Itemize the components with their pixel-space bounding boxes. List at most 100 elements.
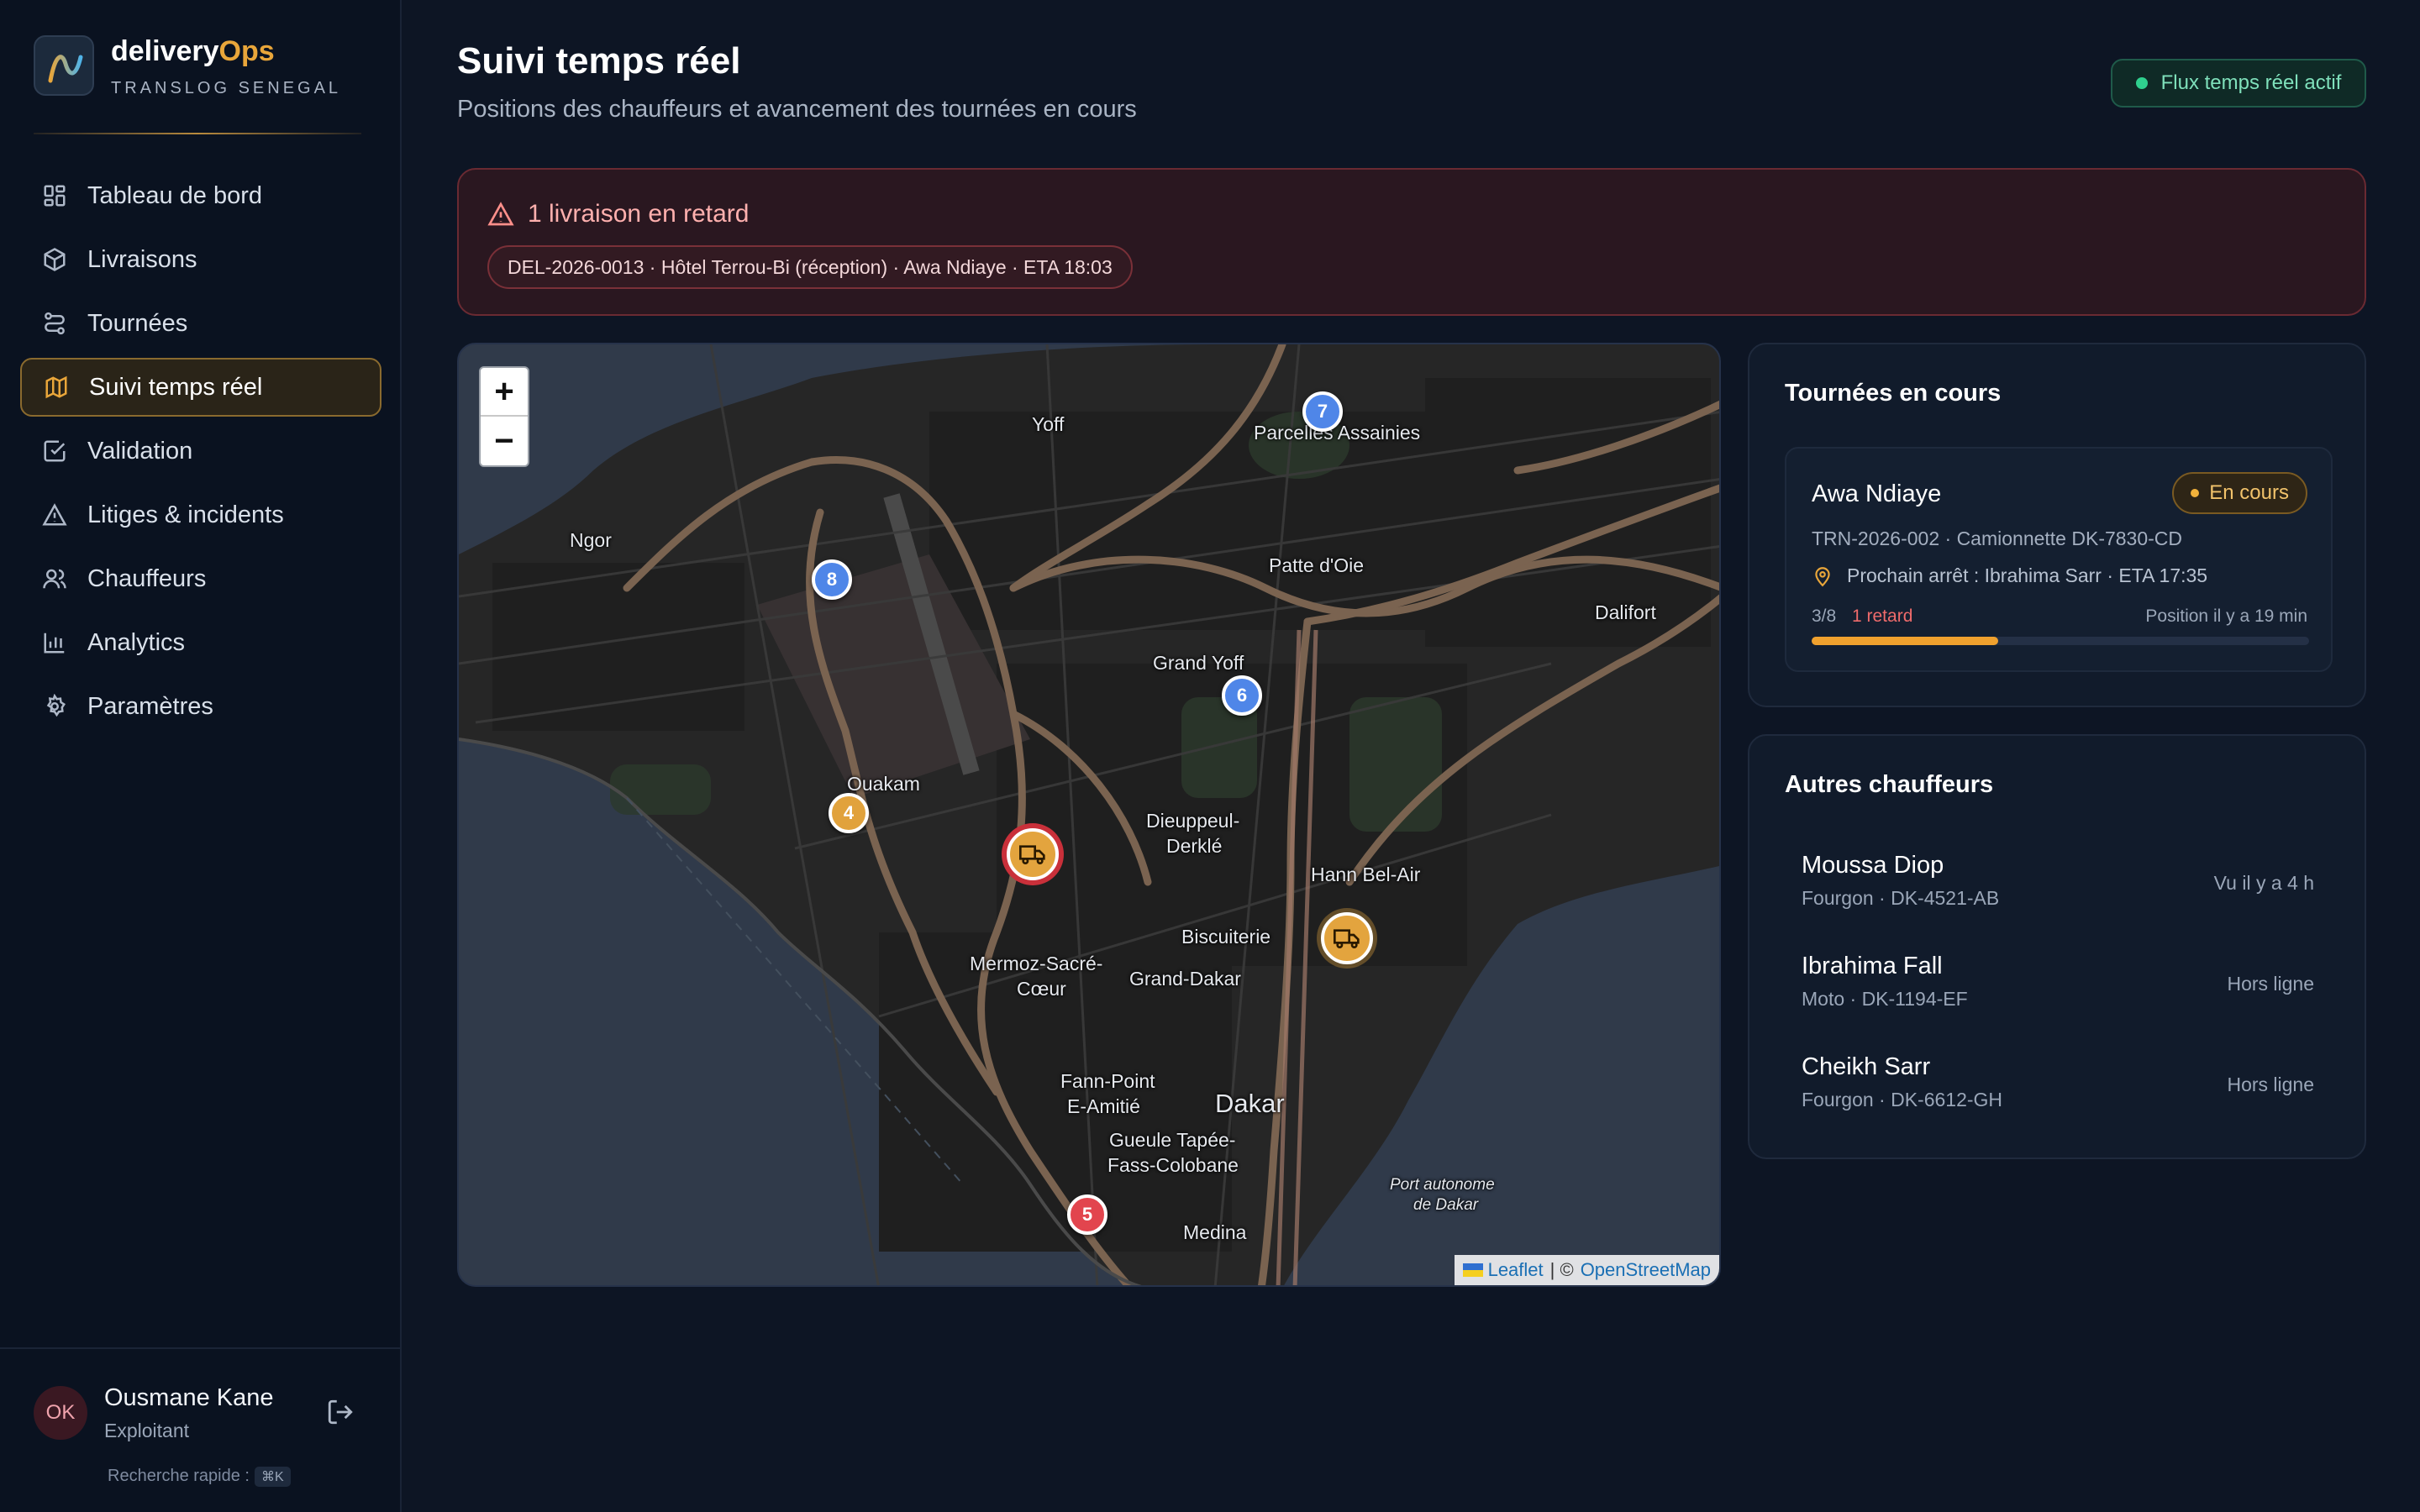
- map-label-patte-doie: Patte d'Oie: [1269, 554, 1365, 576]
- divider: [34, 133, 361, 134]
- driver-truck-marker-late[interactable]: [1007, 828, 1059, 880]
- driver-status: Hors ligne: [2227, 973, 2314, 995]
- next-stop: Prochain arrêt : Ibrahima Sarr · ETA 17:…: [1812, 564, 2207, 587]
- map-label-mermoz: Mermoz-Sacré-: [970, 953, 1103, 974]
- shortcut-key: ⌘K: [254, 1467, 291, 1487]
- brand-name: deliveryOps: [111, 35, 275, 67]
- status-badge: En cours: [2172, 472, 2307, 514]
- driver-status: Hors ligne: [2227, 1074, 2314, 1095]
- map-label-coeur: Cœur: [1017, 978, 1066, 1000]
- position-age: Position il y a 19 min: [2145, 606, 2307, 626]
- nav-item-litiges[interactable]: Litiges & incidents: [20, 486, 381, 544]
- nav-label: Chauffeurs: [87, 564, 207, 592]
- map-label-ngor: Ngor: [570, 529, 612, 551]
- main-nav: Tableau de bord Livraisons Tournées Suiv…: [20, 166, 381, 741]
- nav-item-tournees[interactable]: Tournées: [20, 294, 381, 353]
- warning-icon: [487, 202, 514, 226]
- nav-item-analytics[interactable]: Analytics: [20, 613, 381, 672]
- driver-row[interactable]: Cheikh Sarr Fourgon · DK-6612-GH Hors li…: [1802, 1053, 2314, 1137]
- truck-icon: [1019, 845, 1045, 864]
- tour-progress-fill: [1812, 637, 1998, 645]
- nav-item-validation[interactable]: Validation: [20, 422, 381, 480]
- late-delivery-chip[interactable]: DEL-2026-0013 · Hôtel Terrou-Bi (récepti…: [487, 245, 1133, 289]
- map-label-port-dakar: de Dakar: [1413, 1196, 1479, 1214]
- zoom-in-button[interactable]: +: [481, 368, 528, 417]
- map-label-dakar: Dakar: [1215, 1089, 1285, 1118]
- driver-name: Moussa Diop: [1802, 852, 1944, 879]
- check-square-icon: [40, 437, 69, 465]
- nav-label: Livraisons: [87, 245, 197, 273]
- nav-label: Validation: [87, 437, 193, 465]
- driver-name: Cheikh Sarr: [1802, 1053, 1931, 1080]
- nav-item-chauffeurs[interactable]: Chauffeurs: [20, 549, 381, 608]
- tour-details: TRN-2026-002 · Camionnette DK-7830-CD: [1812, 528, 2183, 549]
- logout-button[interactable]: [326, 1398, 355, 1431]
- driver-truck-marker[interactable]: [1321, 912, 1373, 964]
- logo-arc-icon: [48, 55, 83, 83]
- map-label-grand-yoff: Grand Yoff: [1153, 652, 1244, 674]
- driver-vehicle: Fourgon · DK-6612-GH: [1802, 1089, 2003, 1110]
- driver-vehicle: Fourgon · DK-4521-AB: [1802, 887, 2000, 909]
- map-label-fann: Fann-Point: [1060, 1070, 1155, 1092]
- stop-marker-6[interactable]: 6: [1222, 675, 1262, 716]
- tour-card[interactable]: Awa Ndiaye En cours TRN-2026-002 · Camio…: [1785, 447, 2333, 672]
- tour-progress-bar: [1812, 637, 2309, 645]
- tour-driver-name: Awa Ndiaye: [1812, 480, 1942, 507]
- app-logo[interactable]: [34, 35, 94, 96]
- driver-row[interactable]: Moussa Diop Fourgon · DK-4521-AB Vu il y…: [1802, 852, 2314, 936]
- stop-marker-8[interactable]: 8: [812, 559, 852, 600]
- map-label-port: Port autonome: [1390, 1176, 1495, 1194]
- map-label-grand-dakar: Grand-Dakar: [1129, 968, 1241, 990]
- late-count: 1 retard: [1852, 606, 1913, 626]
- map-label-dieuppeul: Dieuppeul-: [1146, 810, 1240, 832]
- map-label-ouakam: Ouakam: [847, 773, 920, 795]
- zoom-out-button[interactable]: −: [481, 417, 528, 465]
- live-dot-icon: [2135, 77, 2148, 89]
- driver-vehicle: Moto · DK-1194-EF: [1802, 988, 1968, 1010]
- alert-title: 1 livraison en retard: [487, 200, 749, 228]
- map-label-derkle: Derklé: [1166, 835, 1223, 857]
- ukraine-flag-icon: [1462, 1263, 1483, 1277]
- nav-item-suivi-temps-reel[interactable]: Suivi temps réel: [20, 358, 381, 417]
- nav-label: Tableau de bord: [87, 181, 262, 209]
- package-icon: [40, 245, 69, 274]
- zoom-control: + −: [479, 366, 529, 467]
- logout-icon: [328, 1399, 353, 1425]
- late-delivery-alert: 1 livraison en retard DEL-2026-0013 · Hô…: [457, 168, 2366, 316]
- map-label-gueule-tapee: Gueule Tapée-: [1109, 1129, 1236, 1151]
- bar-chart-icon: [40, 628, 69, 657]
- nav-label: Tournées: [87, 309, 188, 337]
- panel-title: Autres chauffeurs: [1785, 771, 1994, 798]
- tracking-map[interactable]: + − Yoff Parcelles Assainies Ngor Patte …: [457, 343, 1721, 1287]
- attribution-separator: | ©: [1549, 1259, 1574, 1280]
- dashboard-icon: [40, 181, 69, 210]
- live-status-badge: Flux temps réel actif: [2111, 59, 2366, 108]
- nav-label: Analytics: [87, 628, 186, 656]
- driver-name: Ibrahima Fall: [1802, 953, 1943, 979]
- nav-item-dashboard[interactable]: Tableau de bord: [20, 166, 381, 225]
- page-title: Suivi temps réel: [457, 40, 741, 81]
- map-tiles[interactable]: [459, 344, 1721, 1287]
- stop-marker-4[interactable]: 4: [829, 793, 869, 833]
- map-label-dalifort: Dalifort: [1595, 601, 1656, 623]
- leaflet-link[interactable]: Leaflet: [1488, 1259, 1544, 1281]
- nav-label: Litiges & incidents: [87, 501, 284, 528]
- page-subtitle: Positions des chauffeurs et avancement d…: [457, 96, 1137, 123]
- route-icon: [40, 309, 69, 338]
- stop-marker-5[interactable]: 5: [1067, 1194, 1107, 1235]
- osm-link[interactable]: OpenStreetMap: [1581, 1259, 1711, 1281]
- user-name: Ousmane Kane: [104, 1384, 274, 1411]
- nav-item-livraisons[interactable]: Livraisons: [20, 230, 381, 289]
- map-attribution: Leaflet | © OpenStreetMap: [1454, 1255, 1719, 1285]
- user-role: Exploitant: [104, 1420, 190, 1441]
- avatar[interactable]: OK: [34, 1386, 87, 1440]
- sidebar: deliveryOps TRANSLOG SENEGAL Tableau de …: [0, 0, 402, 1512]
- panel-title: Tournées en cours: [1785, 380, 2002, 407]
- nav-item-parametres[interactable]: Paramètres: [20, 677, 381, 736]
- users-icon: [40, 564, 69, 593]
- map-label-amitie: E-Amitié: [1067, 1095, 1140, 1117]
- stop-marker-7[interactable]: 7: [1302, 391, 1343, 432]
- quick-search-hint[interactable]: Recherche rapide : ⌘K: [108, 1467, 291, 1487]
- warning-icon: [40, 501, 69, 529]
- driver-row[interactable]: Ibrahima Fall Moto · DK-1194-EF Hors lig…: [1802, 953, 2314, 1037]
